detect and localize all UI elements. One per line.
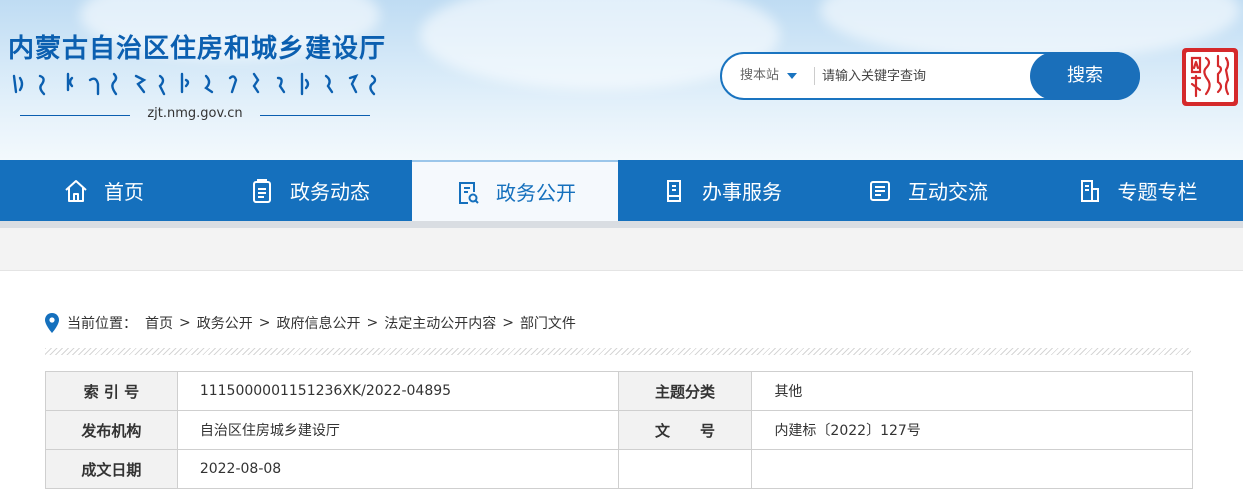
nav-item-interaction[interactable]: 互动交流 [824,160,1030,221]
content-panel: 当前位置： 首页 > 政务公开 > 政府信息公开 > 法定主动公开内容 > 部门… [0,270,1243,491]
breadcrumb-separator: > [179,315,191,331]
table-row: 发布机构 自治区住房城乡建设厅 文 号 内建标〔2022〕127号 [45,410,1193,450]
meta-value-empty [751,449,1193,489]
nav-item-home[interactable]: 首页 [0,160,206,221]
breadcrumb-link-dept-files[interactable]: 部门文件 [520,313,576,333]
clipboard-icon [253,178,271,203]
breadcrumb-link-home[interactable]: 首页 [145,313,173,333]
table-row: 成文日期 2022-08-08 [45,449,1193,489]
nav-label: 政务动态 [290,180,370,204]
document-search-icon [459,181,479,204]
service-doc-icon [667,179,681,202]
nav-shadow-divider [0,221,1243,228]
nav-label: 首页 [104,180,144,204]
seal-logo-inner [1186,52,1234,102]
breadcrumb-link-gov-affairs[interactable]: 政务公开 [197,313,253,333]
breadcrumb-separator: > [366,315,379,331]
meta-key-publisher: 发布机构 [45,410,178,450]
nav-item-special-topics[interactable]: 专题专栏 [1030,160,1243,221]
site-domain: zjt.nmg.gov.cn [147,106,243,121]
nav-label: 办事服务 [702,180,782,204]
location-pin-icon [45,313,59,333]
meta-value-index: 1115000001151236XK/2022-04895 [176,371,619,411]
nav-label: 专题专栏 [1117,180,1198,204]
column-doc-icon [1080,179,1099,202]
hatched-divider [45,348,1191,355]
breadcrumb-link-statutory[interactable]: 法定主动公开内容 [384,313,496,333]
caret-down-icon [787,72,798,79]
search-box: 搜本站 搜索 [720,52,1140,100]
site-title[interactable]: 内蒙古自治区住房和城乡建设厅 [8,28,386,65]
breadcrumb-separator: > [502,315,514,331]
meta-key-index: 索 引 号 [45,371,178,411]
nav-item-services[interactable]: 办事服务 [618,160,824,221]
mongolian-script-title [12,72,377,96]
home-icon [65,179,87,202]
cloud-decoration [820,0,1240,60]
document-meta-table: 索 引 号 1115000001151236XK/2022-04895 主题分类… [45,371,1193,489]
table-row: 索 引 号 1115000001151236XK/2022-04895 主题分类… [45,371,1193,411]
breadcrumb-link-gov-info[interactable]: 政府信息公开 [276,313,360,333]
domain-row: zjt.nmg.gov.cn [20,106,395,124]
meta-key-topic: 主题分类 [617,371,753,411]
search-button[interactable]: 搜索 [1030,52,1140,100]
search-input[interactable] [822,60,1027,92]
divider [814,67,815,85]
nav-item-gov-affairs[interactable]: 政务公开 [412,160,618,221]
nav-label: 互动交流 [908,180,988,204]
breadcrumb-separator: > [258,315,271,331]
seal-script-icon [1190,54,1230,98]
divider-line [260,115,370,116]
meta-value-doc-number: 内建标〔2022〕127号 [751,410,1193,450]
seal-logo[interactable] [1182,48,1238,106]
interaction-icon [870,180,890,201]
meta-key-doc-number: 文 号 [617,410,753,450]
nav-label: 政务公开 [496,181,576,205]
search-scope-label: 搜本站 [740,68,780,83]
site-header: 内蒙古自治区住房和城乡建设厅 zjt.nmg.gov.cn 搜本站 请输入关键字… [0,0,1243,160]
main-nav: 首页 政务动态 政务公开 办事服务 互动交流 专题专栏 [0,160,1243,221]
meta-key-date: 成文日期 [45,449,178,489]
meta-value-date: 2022-08-08 [176,449,619,489]
meta-key-empty [617,449,753,489]
search-scope-dropdown[interactable]: 搜本站 [740,54,798,98]
meta-value-publisher: 自治区住房城乡建设厅 [176,410,619,450]
nav-item-news[interactable]: 政务动态 [206,160,412,221]
meta-value-topic: 其他 [751,371,1193,411]
breadcrumb: 当前位置： 首页 > 政务公开 > 政府信息公开 > 法定主动公开内容 > 部门… [45,313,576,333]
breadcrumb-prefix: 当前位置： [67,316,137,332]
